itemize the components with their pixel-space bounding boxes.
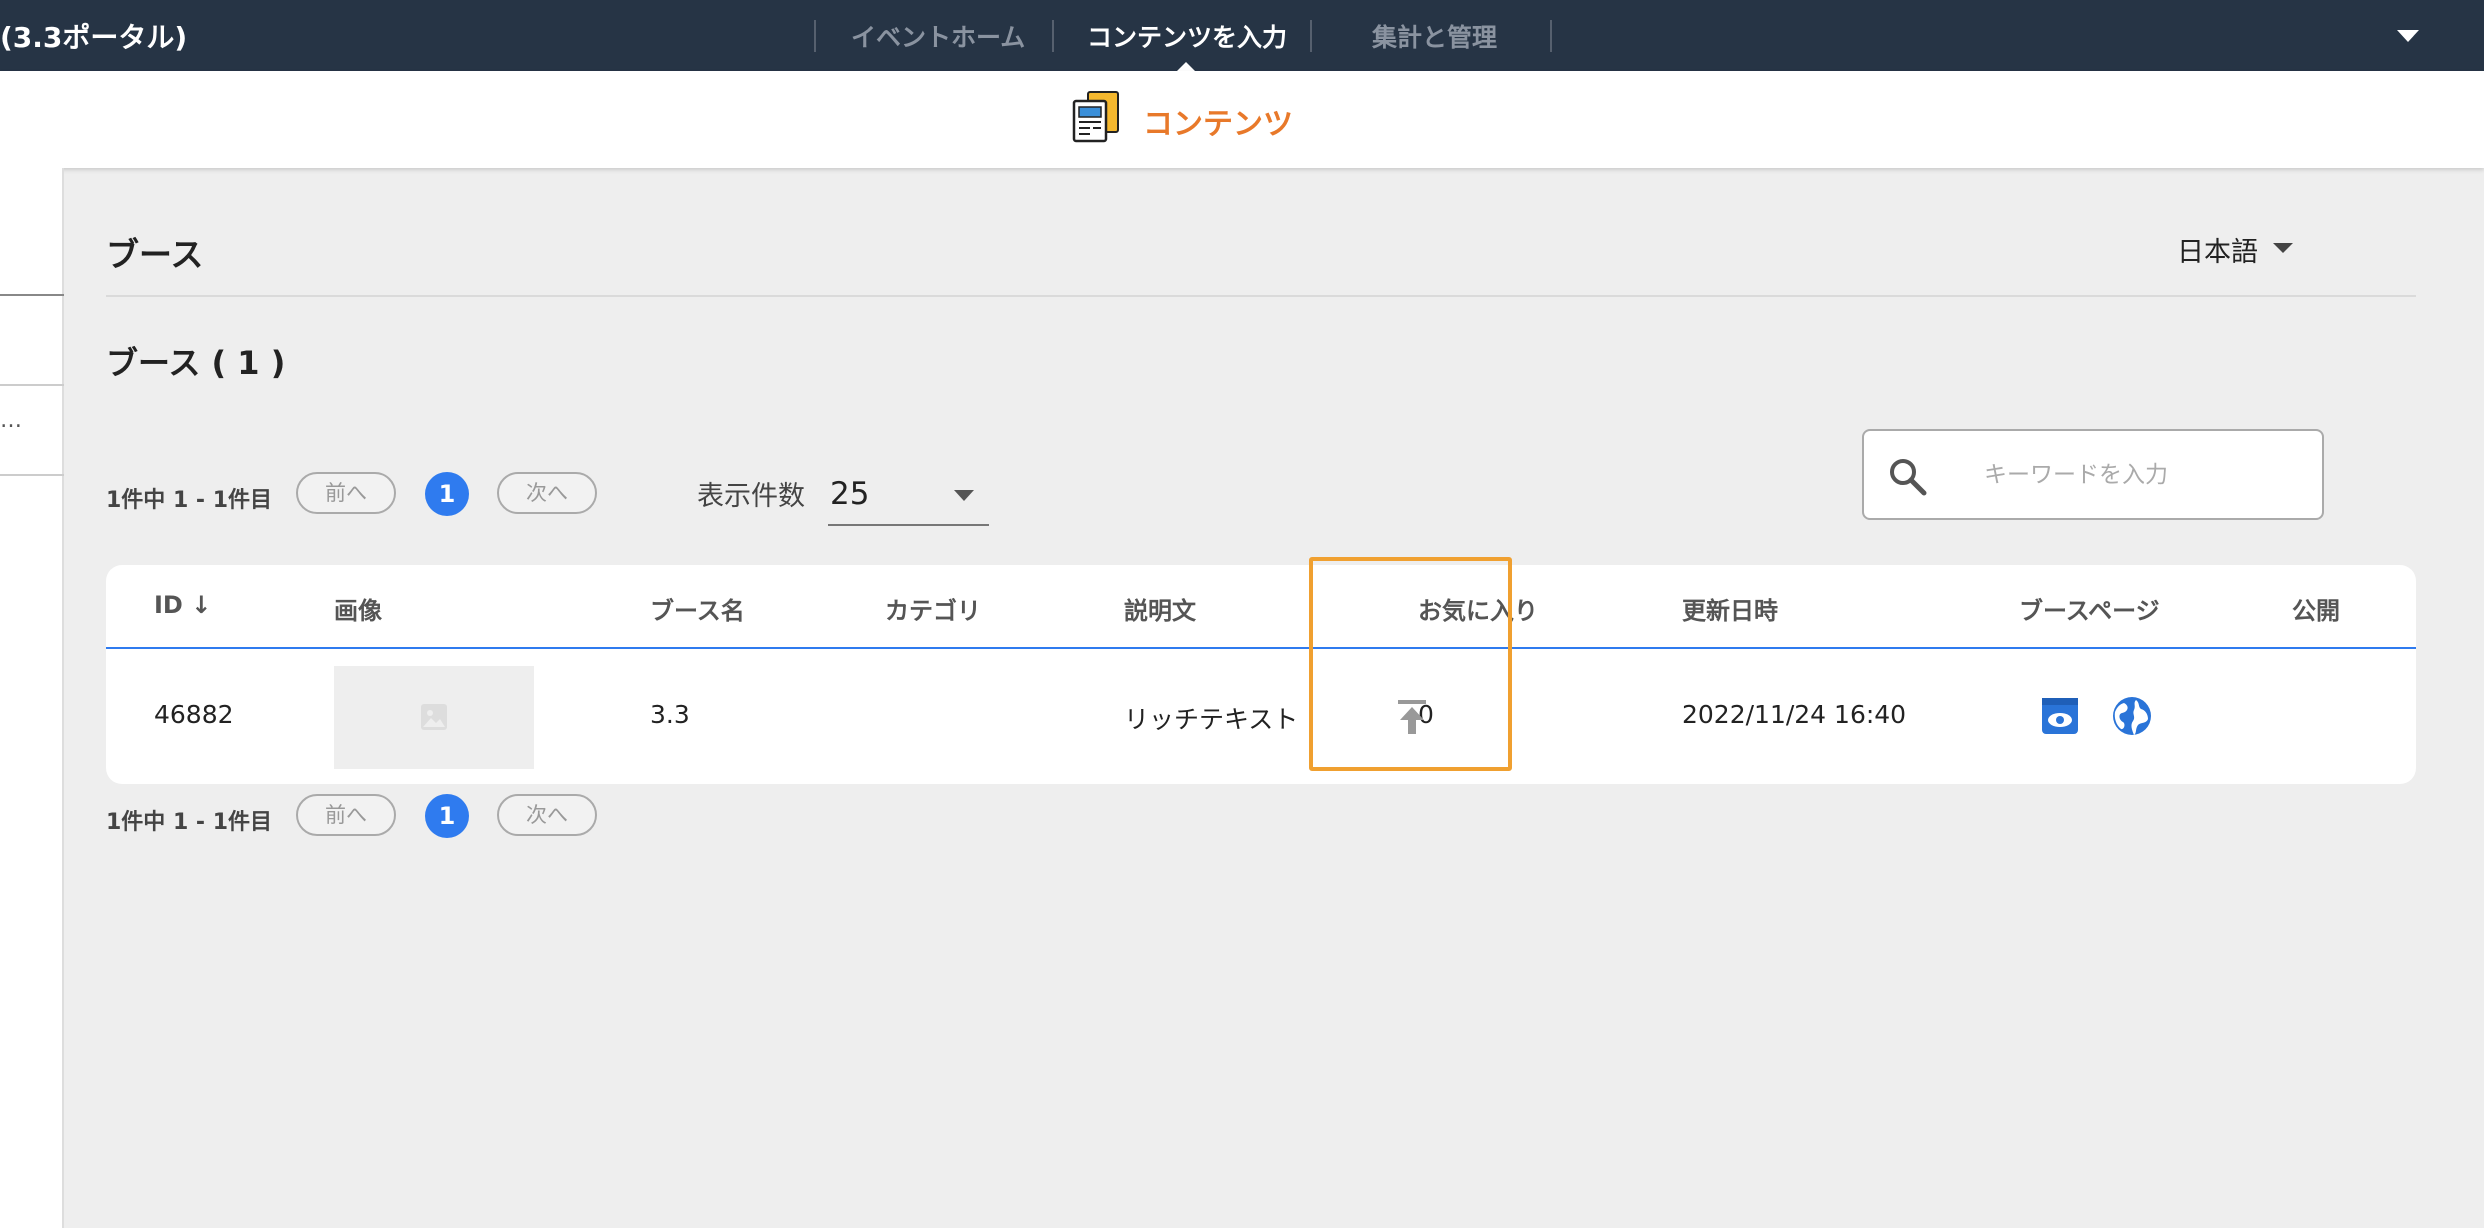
- prev-page-button[interactable]: 前へ: [296, 472, 396, 514]
- image-placeholder-icon: [421, 704, 447, 730]
- sidebar-divider: [0, 384, 64, 386]
- column-header-image: 画像: [334, 597, 382, 625]
- account-dropdown-icon[interactable]: [2397, 30, 2419, 42]
- chevron-down-icon: [954, 490, 974, 501]
- top-nav-bar: (3.3ポータル) イベントホーム コンテンツを入力 集計と管理: [0, 0, 2484, 72]
- prev-page-button[interactable]: 前へ: [296, 794, 396, 836]
- page-title: ブース: [106, 235, 204, 274]
- per-page-label: 表示件数: [697, 481, 805, 512]
- left-sidebar: …: [0, 168, 64, 1228]
- next-page-button[interactable]: 次へ: [497, 472, 597, 514]
- nav-separator: [1310, 20, 1312, 52]
- section-title: ブース ( 1 ): [106, 344, 286, 382]
- per-page-value: 25: [830, 476, 870, 512]
- cell-id: 46882: [154, 700, 234, 729]
- nav-separator: [814, 20, 816, 52]
- column-header-updated[interactable]: 更新日時: [1682, 591, 1778, 626]
- booth-thumbnail: [334, 666, 534, 769]
- nav-separator: [1052, 20, 1054, 52]
- page-number-button[interactable]: 1: [425, 794, 469, 838]
- per-page-select[interactable]: 25: [828, 466, 989, 526]
- cell-description: リッチテキスト: [1124, 705, 1299, 734]
- pagination-summary: 1件中 1 - 1件目: [106, 488, 273, 513]
- column-header-booth-page: ブースページ: [2019, 597, 2160, 625]
- publish-column-highlight: [1309, 557, 1512, 771]
- nav-separator: [1550, 20, 1552, 52]
- upload-publish-icon[interactable]: [1394, 698, 1430, 738]
- preview-eye-icon[interactable]: [2038, 694, 2082, 738]
- pagination-summary: 1件中 1 - 1件目: [106, 810, 273, 835]
- nav-content-input[interactable]: コンテンツを入力: [1087, 18, 1287, 54]
- sidebar-divider: [0, 294, 64, 296]
- nav-analytics-management[interactable]: 集計と管理: [1372, 18, 1497, 54]
- globe-icon[interactable]: [2110, 694, 2154, 738]
- sidebar-truncated-item[interactable]: …: [0, 408, 22, 433]
- language-selector[interactable]: 日本語: [2177, 230, 2258, 269]
- search-input[interactable]: [1984, 453, 2304, 497]
- chevron-down-icon[interactable]: [2273, 243, 2293, 253]
- nav-event-home[interactable]: イベントホーム: [851, 18, 1025, 54]
- column-header-id[interactable]: ID ↓: [154, 591, 211, 619]
- table-header-divider: [106, 647, 2416, 649]
- title-divider: [106, 295, 2416, 297]
- cell-name[interactable]: 3.3: [650, 700, 690, 729]
- column-header-publish: 公開: [2292, 597, 2340, 625]
- search-box[interactable]: [1862, 429, 2324, 520]
- column-header-description: 説明文: [1124, 597, 1196, 625]
- column-header-name[interactable]: ブース名: [650, 591, 745, 626]
- next-page-button[interactable]: 次へ: [497, 794, 597, 836]
- content-document-icon: [1072, 91, 1119, 143]
- sidebar-divider: [0, 474, 64, 476]
- content-label: コンテンツ: [1143, 107, 1293, 142]
- column-header-favorites[interactable]: お気に入り: [1418, 591, 1538, 626]
- search-icon: [1890, 459, 1927, 496]
- app-title: (3.3ポータル): [0, 21, 188, 54]
- booth-table: ID ↓ 画像 ブース名 カテゴリ 説明文 お気に入り 更新日時 ブースページ …: [106, 557, 2416, 784]
- column-header-category[interactable]: カテゴリ: [885, 591, 981, 626]
- cell-updated: 2022/11/24 16:40: [1682, 700, 1907, 729]
- page-number-button[interactable]: 1: [425, 472, 469, 516]
- sub-header: コンテンツ: [0, 71, 2484, 168]
